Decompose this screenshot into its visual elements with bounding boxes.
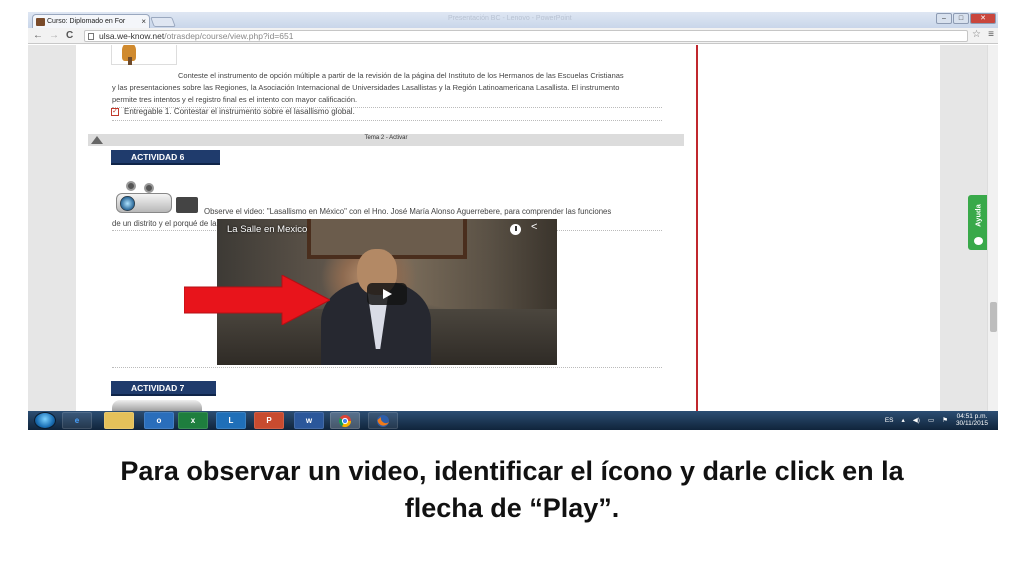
completion-checkbox[interactable]: ✓ xyxy=(111,108,119,116)
new-tab-button[interactable] xyxy=(150,17,176,27)
caption-line-2: flecha de “Play”. xyxy=(404,493,620,523)
activity-7-illustration xyxy=(112,400,202,411)
back-arrow-icon[interactable]: ← xyxy=(33,30,43,41)
tab-title: Curso: Diplomado en For xyxy=(47,18,126,25)
tray-time: 04:51 p.m. xyxy=(956,413,988,420)
activity6-text-line1: Observe el video: "Lasallismo en México"… xyxy=(204,207,612,216)
block-divider xyxy=(696,45,698,411)
windows-taskbar: e o x L P w ES ▴ ◀) ▭ ⚑ 04:51 p.m. 30/11… xyxy=(28,411,998,430)
excel-icon[interactable]: x xyxy=(178,412,208,429)
outlook-icon[interactable]: o xyxy=(144,412,174,429)
activity-6-badge: ACTIVIDAD 6 xyxy=(111,150,220,165)
activity5-text-line3: permite tres intentos y el registro fina… xyxy=(112,95,358,104)
dotted-separator xyxy=(112,367,662,368)
help-tab[interactable]: Ayuda xyxy=(968,195,988,250)
system-tray: ES ▴ ◀) ▭ ⚑ 04:51 p.m. 30/11/2015 xyxy=(885,413,988,427)
forward-arrow-icon[interactable]: → xyxy=(49,30,59,41)
powerpoint-icon[interactable]: P xyxy=(254,412,284,429)
caption-line-1: Para observar un video, identificar el í… xyxy=(120,456,904,486)
play-button[interactable] xyxy=(367,283,407,305)
help-label: Ayuda xyxy=(973,204,983,227)
scrollbar-thumb[interactable] xyxy=(990,302,997,332)
slide: Curso: Diplomado en For × Presentación B… xyxy=(0,0,1024,576)
file-explorer-icon[interactable] xyxy=(104,412,134,429)
browser-toolbar: ← → C ulsa.we-know.net/otrasdep/course/v… xyxy=(28,28,998,44)
bookmark-star-icon[interactable]: ☆ xyxy=(972,29,981,40)
section-title: Tema 2 - Activar xyxy=(364,135,408,141)
tray-date: 30/11/2015 xyxy=(955,420,988,427)
site-favicon-icon xyxy=(36,18,45,26)
close-window-button[interactable]: ✕ xyxy=(970,13,996,24)
chrome-icon[interactable] xyxy=(330,412,360,429)
firefox-icon[interactable] xyxy=(368,412,398,429)
lync-icon[interactable]: L xyxy=(216,412,246,429)
chat-bubble-icon xyxy=(974,237,983,245)
page-icon xyxy=(88,33,94,40)
address-bar[interactable]: ulsa.we-know.net/otrasdep/course/view.ph… xyxy=(84,30,968,42)
red-arrow-annotation xyxy=(184,275,330,325)
tray-expand-icon[interactable]: ▴ xyxy=(902,416,905,424)
activity-illustration xyxy=(111,45,177,65)
network-icon[interactable]: ▭ xyxy=(928,416,934,424)
reload-icon[interactable]: C xyxy=(66,30,73,41)
volume-icon[interactable]: ◀) xyxy=(913,416,920,424)
section-header[interactable]: Tema 2 - Activar xyxy=(88,134,684,146)
browser-tab[interactable]: Curso: Diplomado en For × xyxy=(32,14,150,28)
flag-icon[interactable]: ⚑ xyxy=(942,416,948,424)
start-button[interactable] xyxy=(34,412,56,429)
video-title[interactable]: La Salle en Mexico xyxy=(227,224,307,235)
maximize-button[interactable]: □ xyxy=(953,13,969,24)
tray-clock[interactable]: 04:51 p.m. 30/11/2015 xyxy=(956,413,988,427)
page-scrollbar[interactable] xyxy=(987,45,998,411)
window-title: Presentación BC - Lenovo - PowerPoint xyxy=(448,15,572,22)
minimize-button[interactable]: – xyxy=(936,13,952,24)
language-indicator[interactable]: ES xyxy=(885,417,894,424)
tab-close-icon[interactable]: × xyxy=(141,17,146,26)
activity5-text-line2: y las presentaciones sobre las Regiones,… xyxy=(112,83,620,92)
title-bar: Curso: Diplomado en For × Presentación B… xyxy=(28,12,998,28)
url-host: ulsa.we-know.net xyxy=(99,31,165,41)
browser-menu-icon[interactable]: ≡ xyxy=(988,29,994,40)
video-projector-icon xyxy=(112,181,202,215)
share-icon[interactable]: < xyxy=(531,221,537,233)
dotted-separator xyxy=(112,120,662,121)
url-path: /otrasdep/course/view.php?id=651 xyxy=(164,31,294,41)
internet-explorer-icon[interactable]: e xyxy=(62,412,92,429)
screenshot: Curso: Diplomado en For × Presentación B… xyxy=(28,12,998,430)
slide-caption: Para observar un video, identificar el í… xyxy=(40,453,984,527)
activity-7-badge: ACTIVIDAD 7 xyxy=(111,381,216,396)
deliverable-1-link[interactable]: Entregable 1. Contestar el instrumento s… xyxy=(124,106,355,118)
watch-later-icon[interactable] xyxy=(510,224,521,235)
page-viewport: Conteste el instrumento de opción múltip… xyxy=(28,45,998,411)
word-icon[interactable]: w xyxy=(294,412,324,429)
activity5-text-line1: Conteste el instrumento de opción múltip… xyxy=(178,71,624,80)
window-controls: – □ ✕ xyxy=(936,13,996,24)
